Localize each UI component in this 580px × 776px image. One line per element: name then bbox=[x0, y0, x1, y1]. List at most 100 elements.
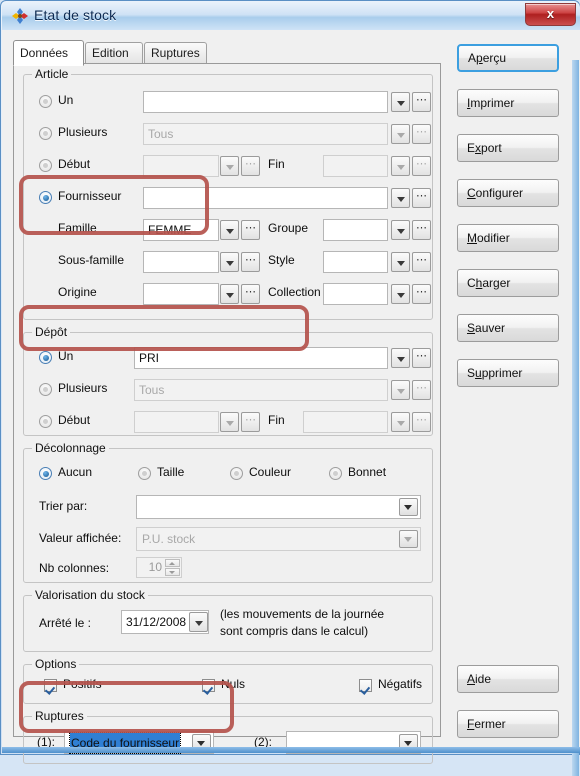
charger-button[interactable]: Charger bbox=[457, 269, 559, 297]
supprimer-button[interactable]: Supprimer bbox=[457, 359, 559, 387]
tab-ruptures[interactable]: Ruptures bbox=[144, 42, 207, 64]
label-article-famille: Famille bbox=[58, 221, 97, 235]
input-depot-fin[interactable] bbox=[303, 411, 388, 433]
imprimer-button[interactable]: Imprimer bbox=[457, 89, 559, 117]
label-arrete-le: Arrêté le : bbox=[39, 616, 92, 630]
group-valorisation-title: Valorisation du stock bbox=[32, 588, 148, 602]
checkbox-positifs[interactable] bbox=[44, 679, 57, 692]
close-icon[interactable]: x bbox=[525, 3, 576, 26]
browse-article-sous-famille[interactable]: ⋯ bbox=[241, 252, 260, 272]
fermer-button[interactable]: Fermer bbox=[457, 710, 559, 738]
label-decolonnage-taille: Taille bbox=[157, 465, 185, 479]
input-article-origine[interactable] bbox=[143, 283, 219, 305]
dropdown-article-fournisseur[interactable] bbox=[391, 188, 410, 208]
radio-article-debut[interactable] bbox=[39, 159, 52, 172]
input-article-plusieurs[interactable]: Tous bbox=[143, 123, 388, 145]
radio-article-un[interactable] bbox=[39, 95, 52, 108]
browse-depot-plusieurs[interactable]: ⋯ bbox=[412, 380, 431, 400]
label-nuls: Nuls bbox=[221, 677, 246, 691]
input-depot-plusieurs[interactable]: Tous bbox=[134, 379, 388, 401]
input-article-groupe[interactable] bbox=[323, 219, 388, 241]
input-article-collection[interactable] bbox=[323, 283, 388, 305]
tab-donnees[interactable]: Données bbox=[13, 40, 84, 66]
browse-article-groupe[interactable]: ⋯ bbox=[412, 220, 431, 240]
nb-colonnes-stepper[interactable]: 10 bbox=[136, 557, 182, 578]
radio-depot-debut[interactable] bbox=[39, 415, 52, 428]
dropdown-date-arrete[interactable] bbox=[189, 612, 208, 632]
input-depot-debut[interactable] bbox=[134, 411, 219, 433]
dropdown-article-plusieurs[interactable] bbox=[391, 124, 410, 144]
checkbox-negatifs[interactable] bbox=[359, 679, 372, 692]
input-article-fin[interactable] bbox=[323, 155, 388, 177]
radio-depot-un[interactable] bbox=[39, 351, 52, 364]
group-article-title: Article bbox=[32, 67, 72, 81]
checkbox-nuls[interactable] bbox=[202, 679, 215, 692]
dropdown-article-un[interactable] bbox=[391, 92, 410, 112]
dropdown-article-fin[interactable] bbox=[391, 156, 410, 176]
nb-colonnes-value: 10 bbox=[148, 560, 162, 574]
input-depot-un[interactable]: PRI bbox=[134, 347, 388, 369]
sauver-button[interactable]: Sauver bbox=[457, 314, 559, 342]
dropdown-article-style[interactable] bbox=[391, 252, 410, 272]
label-depot-un: Un bbox=[58, 349, 74, 363]
stepper-down-icon[interactable] bbox=[165, 568, 180, 576]
browse-article-origine[interactable]: ⋯ bbox=[241, 284, 260, 304]
input-article-debut[interactable] bbox=[143, 155, 219, 177]
group-valorisation: Valorisation du stock Arrêté le : 31/12/… bbox=[23, 588, 433, 652]
radio-article-plusieurs[interactable] bbox=[39, 127, 52, 140]
stepper-up-icon[interactable] bbox=[165, 559, 180, 567]
aide-button[interactable]: Aide bbox=[457, 665, 559, 693]
dropdown-depot-debut[interactable] bbox=[220, 412, 239, 432]
label-article-collection: Collection bbox=[268, 285, 321, 299]
dropdown-depot-un[interactable] bbox=[391, 348, 410, 368]
input-article-sous-famille[interactable] bbox=[143, 251, 219, 273]
input-article-un[interactable] bbox=[143, 91, 388, 113]
input-article-style[interactable] bbox=[323, 251, 388, 273]
radio-depot-plusieurs[interactable] bbox=[39, 383, 52, 396]
label-positifs: Positifs bbox=[63, 677, 102, 691]
modifier-button[interactable]: Modifier bbox=[457, 224, 559, 252]
configurer-button[interactable]: Configurer bbox=[457, 179, 559, 207]
browse-article-collection[interactable]: ⋯ bbox=[412, 284, 431, 304]
dropdown-depot-plusieurs[interactable] bbox=[391, 380, 410, 400]
dropdown-article-groupe[interactable] bbox=[391, 220, 410, 240]
browse-article-debut[interactable]: ⋯ bbox=[241, 156, 260, 176]
browse-article-un[interactable]: ⋯ bbox=[412, 92, 431, 112]
group-depot: Dépôt Un PRI ⋯ Plusieurs Tous ⋯ Début ⋯ … bbox=[23, 325, 433, 436]
browse-depot-fin[interactable]: ⋯ bbox=[412, 412, 431, 432]
dropdown-article-famille[interactable] bbox=[220, 220, 239, 240]
sauver-button-label: Sauver bbox=[467, 321, 506, 335]
radio-decolonnage-bonnet[interactable] bbox=[329, 467, 342, 480]
input-article-famille[interactable]: FEMME bbox=[143, 219, 219, 241]
label-article-fournisseur: Fournisseur bbox=[58, 189, 122, 203]
chevron-down-icon bbox=[399, 498, 418, 516]
export-button[interactable]: Export bbox=[457, 134, 559, 162]
browse-article-style[interactable]: ⋯ bbox=[412, 252, 431, 272]
browse-article-fournisseur[interactable]: ⋯ bbox=[412, 188, 431, 208]
tab-edition[interactable]: Edition bbox=[85, 42, 143, 64]
radio-decolonnage-aucun[interactable] bbox=[39, 467, 52, 480]
browse-depot-debut[interactable]: ⋯ bbox=[241, 412, 260, 432]
radio-decolonnage-taille[interactable] bbox=[138, 467, 151, 480]
radio-decolonnage-couleur[interactable] bbox=[230, 467, 243, 480]
group-ruptures-title: Ruptures bbox=[32, 709, 87, 723]
dropdown-article-collection[interactable] bbox=[391, 284, 410, 304]
browse-article-fin[interactable]: ⋯ bbox=[412, 156, 431, 176]
label-article-origine: Origine bbox=[58, 285, 97, 299]
dropdown-article-sous-famille[interactable] bbox=[220, 252, 239, 272]
label-article-sous-famille: Sous-famille bbox=[58, 253, 125, 267]
dropdown-article-debut[interactable] bbox=[220, 156, 239, 176]
group-decolonnage-title: Décolonnage bbox=[32, 441, 109, 455]
input-article-fournisseur[interactable] bbox=[143, 187, 388, 209]
browse-depot-un[interactable]: ⋯ bbox=[412, 348, 431, 368]
dropdown-depot-fin[interactable] bbox=[391, 412, 410, 432]
apercu-button[interactable]: Aperçu bbox=[457, 44, 559, 72]
browse-article-famille[interactable]: ⋯ bbox=[241, 220, 260, 240]
client-area: Données Edition Ruptures Article Un ⋯ Pl… bbox=[2, 30, 580, 776]
dropdown-article-origine[interactable] bbox=[220, 284, 239, 304]
combo-valeur-affichee[interactable]: P.U. stock bbox=[136, 527, 421, 551]
combo-trier-par[interactable] bbox=[136, 495, 421, 519]
browse-article-plusieurs[interactable]: ⋯ bbox=[412, 124, 431, 144]
title-bar: Etat de stock x bbox=[2, 2, 580, 30]
radio-article-fournisseur[interactable] bbox=[39, 191, 52, 204]
